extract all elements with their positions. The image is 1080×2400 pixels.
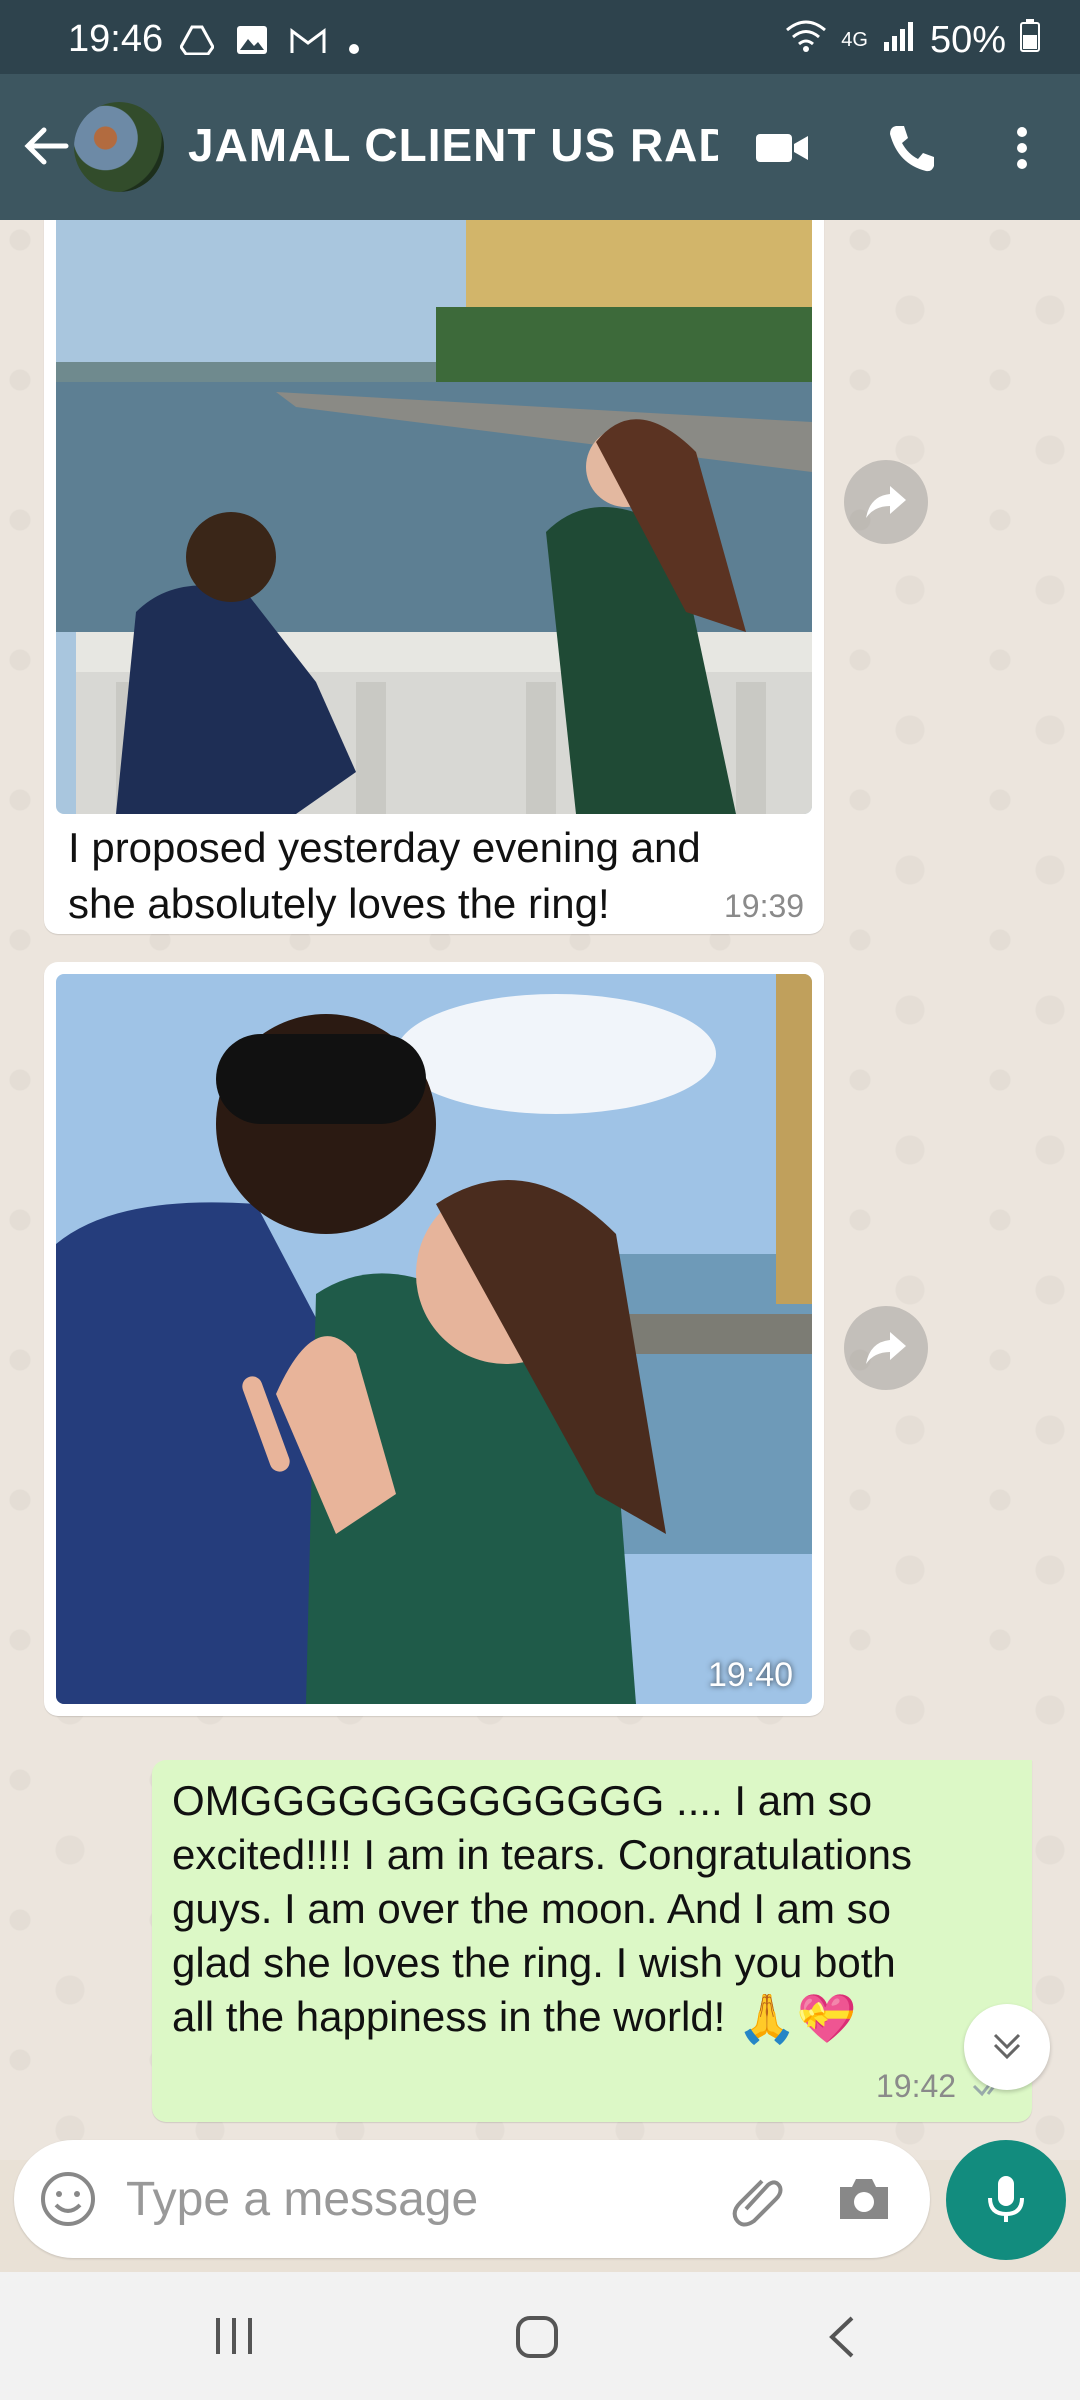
signal-icon xyxy=(882,19,916,62)
home-icon[interactable] xyxy=(512,2312,562,2367)
phone-icon[interactable] xyxy=(882,118,942,178)
caption-line-2: she absolutely loves the ring! xyxy=(68,880,610,927)
camera-icon[interactable] xyxy=(834,2169,894,2234)
gallery-icon xyxy=(236,22,268,65)
chat-header: JAMAL CLIENT US RAD... xyxy=(0,74,1080,220)
drive-icon xyxy=(179,22,215,65)
message-photo[interactable]: 19:40 xyxy=(44,962,824,1716)
battery-label: 50% xyxy=(929,18,1006,61)
message-line: excited!!!! I am in tears. Congratulatio… xyxy=(172,1831,913,1878)
video-call-icon[interactable] xyxy=(752,118,812,178)
message-composer[interactable]: Type a message xyxy=(14,2140,930,2258)
message-time: 19:39 xyxy=(724,888,805,924)
message-outgoing[interactable]: OMGGGGGGGGGGGGG .... I am so excited!!!!… xyxy=(152,1760,1032,2122)
recent-apps-icon[interactable] xyxy=(210,2314,260,2363)
status-time: 19:46 xyxy=(68,18,164,60)
mic-icon xyxy=(978,2170,1034,2231)
more-vert-icon[interactable] xyxy=(992,118,1052,178)
wifi-icon xyxy=(785,18,827,62)
emoji-icon[interactable] xyxy=(38,2169,98,2234)
forward-icon[interactable] xyxy=(844,460,928,544)
message-time: 19:42 xyxy=(876,2068,957,2104)
proposal-photo[interactable] xyxy=(56,220,812,814)
dot-icon xyxy=(348,22,360,65)
system-nav-bar xyxy=(0,2272,1080,2400)
photo-time: 19:40 xyxy=(708,1656,794,1694)
battery-icon xyxy=(1020,18,1040,62)
couple-photo[interactable] xyxy=(56,974,812,1704)
message-line: OMGGGGGGGGGGGGG .... I am so xyxy=(172,1777,873,1824)
attach-icon[interactable] xyxy=(728,2169,788,2234)
chat-title[interactable]: JAMAL CLIENT US RAD... xyxy=(188,118,718,172)
gmail-icon xyxy=(290,22,326,65)
message-line: glad she loves the ring. I wish you both xyxy=(172,1939,896,1986)
chevron-down-icon xyxy=(987,2025,1027,2070)
mic-button[interactable] xyxy=(946,2140,1066,2260)
back-arrow-icon[interactable] xyxy=(18,116,78,176)
scroll-down-button[interactable] xyxy=(964,2004,1050,2090)
message-line: all the happiness in the world! xyxy=(172,1993,726,2040)
caption-line-1: I proposed yesterday evening and xyxy=(68,824,701,871)
network-label: 4G xyxy=(841,28,868,51)
message-line: guys. I am over the moon. And I am so xyxy=(172,1885,892,1932)
emoji: 🙏💝 xyxy=(737,1992,857,2046)
back-icon[interactable] xyxy=(822,2314,862,2365)
message-input[interactable]: Type a message xyxy=(126,2172,478,2227)
contact-avatar[interactable] xyxy=(74,102,164,192)
forward-icon[interactable] xyxy=(844,1306,928,1390)
status-bar: 19:46 4G 50% xyxy=(0,0,1080,74)
chat-area[interactable]: I proposed yesterday evening and she abs… xyxy=(0,220,1080,2160)
message-photo-caption[interactable]: I proposed yesterday evening and she abs… xyxy=(44,220,824,934)
